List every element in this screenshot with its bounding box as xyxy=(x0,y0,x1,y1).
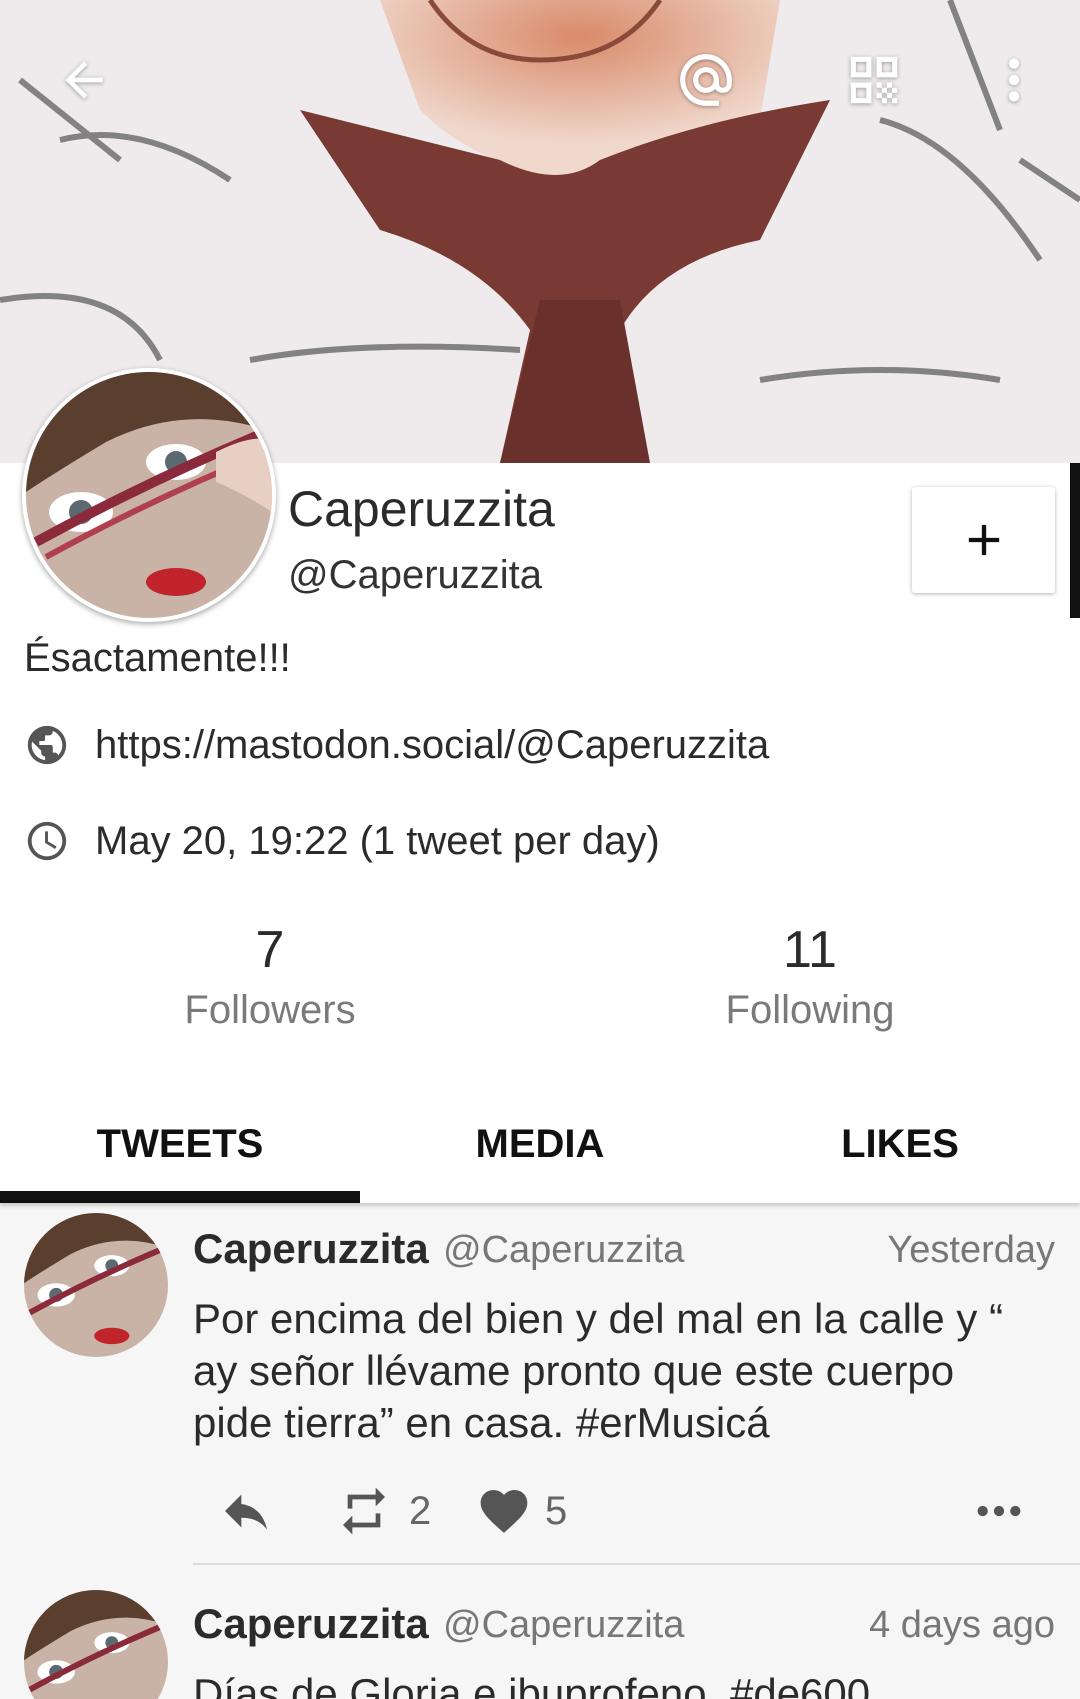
avatar-image xyxy=(24,1213,168,1357)
tweet-text: Por encima del bien y del mal en la call… xyxy=(193,1295,1004,1446)
profile-handle: @Caperuzzita xyxy=(288,553,543,597)
following-stat[interactable]: 11 Following xyxy=(660,918,960,1038)
qr-code-button[interactable] xyxy=(834,40,914,120)
tweet-author-handle: @Caperuzzita xyxy=(443,1604,685,1646)
plus-icon xyxy=(968,524,999,556)
like-count: 5 xyxy=(545,1488,568,1533)
profile-url[interactable]: https://mastodon.social/@Caperuzzita xyxy=(95,723,769,768)
arrow-left-icon xyxy=(65,61,103,99)
following-label: Following xyxy=(725,988,895,1032)
tab-likes[interactable]: LIKES xyxy=(720,1085,1080,1203)
tweet-timestamp: Yesterday xyxy=(887,1229,1055,1271)
tweet-avatar[interactable] xyxy=(24,1213,168,1357)
tweet-more-button[interactable] xyxy=(971,1483,1027,1539)
more-vertical-icon xyxy=(1008,58,1020,102)
tweet-timestamp: 4 days ago xyxy=(869,1604,1055,1646)
profile-joined-row: May 20, 19:22 (1 tweet per day) xyxy=(24,818,660,864)
more-horizontal-icon xyxy=(977,1505,1021,1517)
tweet-actions: 2 5 xyxy=(193,1483,1055,1543)
retweet-button[interactable]: 2 xyxy=(331,1483,431,1539)
tweet-author-handle: @Caperuzzita xyxy=(443,1229,685,1271)
avatar-image xyxy=(26,372,272,618)
following-count: 11 xyxy=(783,921,837,979)
clock-icon xyxy=(27,821,67,861)
tab-media[interactable]: MEDIA xyxy=(360,1085,720,1203)
profile-display-name: Caperuzzita xyxy=(288,481,555,537)
like-button[interactable]: 5 xyxy=(475,1483,567,1539)
qr-code-icon xyxy=(850,56,898,104)
profile-tabs: TWEETS MEDIA LIKES xyxy=(0,1085,1080,1203)
mention-button[interactable] xyxy=(666,40,746,120)
profile-avatar[interactable] xyxy=(22,368,276,622)
scroll-indicator xyxy=(1070,463,1080,618)
avatar-image xyxy=(24,1590,168,1699)
followers-stat[interactable]: 7 Followers xyxy=(120,918,420,1038)
reply-icon xyxy=(225,1494,267,1530)
profile-joined: May 20, 19:22 (1 tweet per day) xyxy=(95,818,660,863)
globe-icon xyxy=(27,725,67,765)
tweet-avatar[interactable] xyxy=(24,1590,168,1699)
tweet-divider xyxy=(193,1563,1080,1565)
heart-icon xyxy=(480,1490,528,1533)
followers-label: Followers xyxy=(184,988,356,1032)
retweet-icon xyxy=(343,1487,385,1535)
followers-count: 7 xyxy=(255,921,285,979)
tweet-author-name: Caperuzzita xyxy=(193,1600,429,1647)
profile-url-row[interactable]: https://mastodon.social/@Caperuzzita xyxy=(24,722,769,768)
reply-button[interactable] xyxy=(213,1483,279,1539)
profile-bio: Ésactamente!!! xyxy=(24,636,291,680)
back-button[interactable] xyxy=(44,40,124,120)
tweet-text: Días de Gloria e ibuprofeno. #de600 xyxy=(193,1670,871,1699)
overflow-menu-button[interactable] xyxy=(974,40,1054,120)
retweet-count: 2 xyxy=(409,1488,432,1533)
at-sign-icon xyxy=(680,54,732,106)
follow-button[interactable] xyxy=(912,487,1055,593)
tweet-author-name: Caperuzzita xyxy=(193,1225,429,1272)
tweet-timeline[interactable]: Caperuzzita @Caperuzzita Yesterday Por e… xyxy=(0,1203,1080,1699)
tab-tweets[interactable]: TWEETS xyxy=(0,1085,360,1203)
